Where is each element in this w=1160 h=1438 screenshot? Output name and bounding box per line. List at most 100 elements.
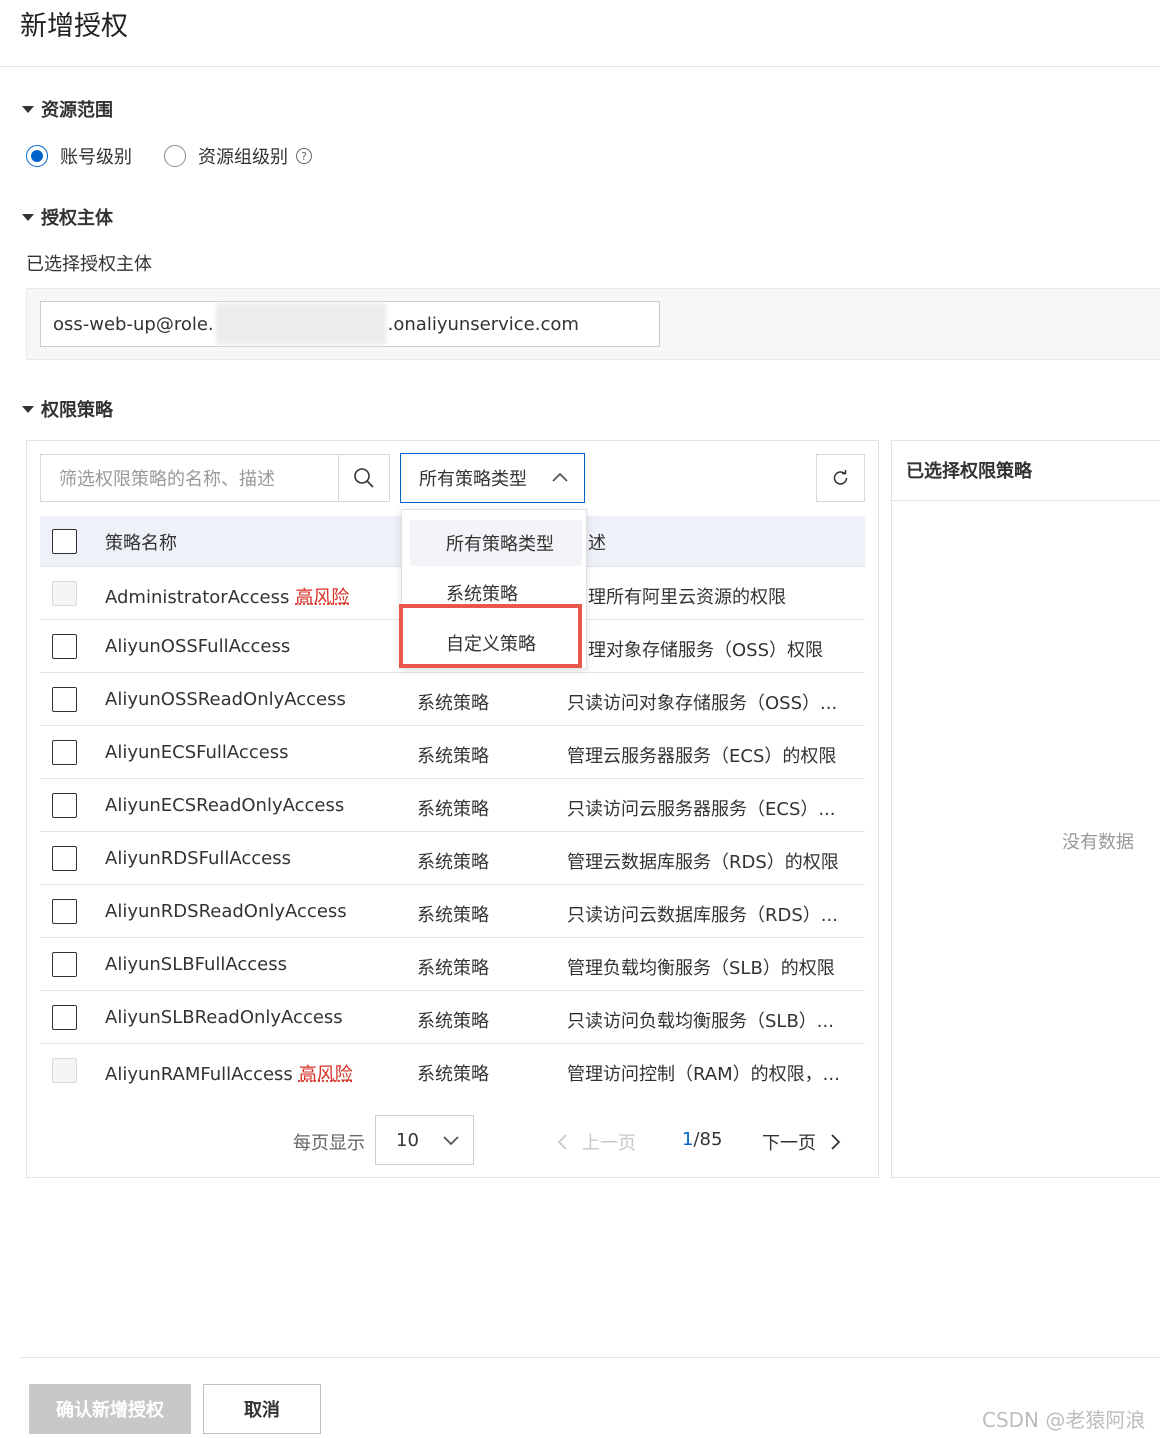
select-all-checkbox[interactable]	[52, 529, 77, 554]
policy-desc: 只读访问负载均衡服务（SLB）...	[567, 1011, 834, 1032]
row-checkbox[interactable]	[52, 846, 77, 871]
policy-type: 系统策略	[417, 1064, 489, 1085]
search-icon	[354, 468, 374, 488]
policy-desc: 理对象存储服务（OSS）权限	[588, 640, 824, 661]
watermark: CSDN @老猿阿浪	[982, 1408, 1146, 1432]
table-row[interactable]: AliyunECSFullAccess 系统策略 管理云服务器服务（ECS）的权…	[40, 726, 865, 779]
table-row[interactable]: AliyunSLBReadOnlyAccess 系统策略 只读访问负载均衡服务（…	[40, 991, 865, 1044]
policy-desc: 管理负载均衡服务（SLB）的权限	[567, 958, 835, 979]
policy-type: 系统策略	[417, 746, 489, 767]
policy-name: AliyunRDSFullAccess	[105, 848, 291, 869]
policy-desc: 只读访问云服务器服务（ECS）...	[567, 799, 836, 820]
risk-badge[interactable]: 高风险	[295, 587, 349, 608]
row-checkbox	[52, 1058, 77, 1083]
table-row[interactable]: AliyunRDSReadOnlyAccess 系统策略 只读访问云数据库服务（…	[40, 885, 865, 938]
annotation-highlight-box	[399, 604, 582, 668]
refresh-button[interactable]	[816, 454, 865, 502]
resource-scope-options: 账号级别 资源组级别 ?	[26, 143, 312, 169]
radio-label[interactable]: 账号级别	[60, 143, 132, 169]
empty-state: 没有数据	[1062, 832, 1134, 853]
policy-desc: 只读访问云数据库服务（RDS）...	[567, 905, 838, 926]
selected-policies-panel	[891, 440, 1160, 1178]
principal-value-suffix: .onaliyunservice.com	[387, 313, 579, 335]
redacted-mask	[215, 303, 386, 345]
confirm-button[interactable]: 确认新增授权	[29, 1384, 191, 1434]
table-row[interactable]: AliyunECSReadOnlyAccess 系统策略 只读访问云服务器服务（…	[40, 779, 865, 832]
policy-desc: 只读访问对象存储服务（OSS）...	[567, 693, 838, 714]
policy-desc: 管理访问控制（RAM）的权限，...	[567, 1064, 840, 1085]
policy-type: 系统策略	[417, 958, 489, 979]
policy-name: AliyunRAMFullAccess 高风险	[105, 1064, 353, 1085]
policy-type: 系统策略	[417, 905, 489, 926]
refresh-icon	[833, 470, 847, 485]
caret-down-icon	[22, 405, 34, 413]
table-row[interactable]: AliyunOSSReadOnlyAccess 系统策略 只读访问对象存储服务（…	[40, 673, 865, 726]
policy-type-value: 所有策略类型	[419, 469, 527, 490]
policy-name: AliyunSLBReadOnlyAccess	[105, 1007, 343, 1028]
chevron-down-icon	[443, 1136, 459, 1146]
policy-name: AliyunSLBFullAccess	[105, 954, 287, 975]
section-principal[interactable]: 授权主体	[22, 204, 113, 230]
policy-name: AliyunOSSFullAccess	[105, 636, 291, 657]
selected-principal-label: 已选择授权主体	[26, 254, 152, 275]
policy-name: AdministratorAccess 高风险	[105, 587, 350, 608]
policy-name: AliyunOSSReadOnlyAccess	[105, 689, 346, 710]
row-checkbox[interactable]	[52, 740, 77, 765]
caret-down-icon	[22, 105, 34, 113]
section-resource-scope[interactable]: 资源范围	[22, 96, 113, 122]
chevron-up-icon	[552, 472, 568, 482]
radio-resource-group-level[interactable]	[164, 145, 186, 167]
radio-account-level[interactable]	[26, 145, 48, 167]
policy-type: 系统策略	[417, 799, 489, 820]
section-policy[interactable]: 权限策略	[22, 396, 113, 422]
total-pages: /85	[693, 1129, 723, 1150]
policy-type-select[interactable]: 所有策略类型	[400, 453, 585, 503]
policy-search-input[interactable]: 筛选权限策略的名称、描述	[40, 454, 340, 502]
section-title: 授权主体	[41, 208, 113, 229]
chevron-left-icon	[557, 1134, 567, 1150]
row-checkbox[interactable]	[52, 952, 77, 977]
page-indicator: 1/85	[682, 1129, 722, 1150]
selected-policies-title: 已选择权限策略	[891, 440, 1160, 501]
table-row[interactable]: AliyunRDSFullAccess 系统策略 管理云数据库服务（RDS）的权…	[40, 832, 865, 885]
policy-name: AliyunECSReadOnlyAccess	[105, 795, 345, 816]
policy-name: AliyunRDSReadOnlyAccess	[105, 901, 347, 922]
page-size-select[interactable]: 10	[375, 1115, 474, 1165]
policy-type: 系统策略	[417, 852, 489, 873]
radio-label[interactable]: 资源组级别	[198, 143, 288, 169]
footer-divider	[20, 1357, 1160, 1358]
table-row[interactable]: AliyunRAMFullAccess 高风险 系统策略 管理访问控制（RAM）的…	[40, 1044, 865, 1097]
page-size-value: 10	[396, 1129, 419, 1151]
per-page-label: 每页显示	[293, 1133, 365, 1154]
row-checkbox[interactable]	[52, 687, 77, 712]
policy-desc: 管理云数据库服务（RDS）的权限	[567, 852, 839, 873]
prev-page-button[interactable]: 上一页	[554, 1129, 636, 1155]
chevron-right-icon	[831, 1134, 841, 1150]
next-page-label: 下一页	[762, 1133, 816, 1154]
row-checkbox	[52, 581, 77, 606]
policy-desc: 理所有阿里云资源的权限	[588, 587, 786, 608]
principal-field[interactable]: oss-web-up@role. .onaliyunservice.com	[40, 301, 660, 347]
principal-value-prefix: oss-web-up@role.	[53, 313, 214, 335]
cancel-button[interactable]: 取消	[203, 1384, 321, 1434]
title-divider	[0, 66, 1160, 67]
dropdown-item-all[interactable]: 所有策略类型	[410, 520, 582, 566]
row-checkbox[interactable]	[52, 634, 77, 659]
risk-badge[interactable]: 高风险	[299, 1064, 353, 1085]
row-checkbox[interactable]	[52, 899, 77, 924]
row-checkbox[interactable]	[52, 793, 77, 818]
policy-desc: 管理云服务器服务（ECS）的权限	[567, 746, 837, 767]
search-button[interactable]	[338, 454, 390, 502]
policy-type: 系统策略	[417, 693, 489, 714]
policy-type: 系统策略	[417, 1011, 489, 1032]
policy-name: AliyunECSFullAccess	[105, 742, 289, 763]
current-page: 1	[682, 1129, 694, 1150]
caret-down-icon	[22, 213, 34, 221]
row-checkbox[interactable]	[52, 1005, 77, 1030]
next-page-button[interactable]: 下一页	[762, 1129, 844, 1155]
help-icon[interactable]: ?	[296, 148, 312, 164]
prev-page-label: 上一页	[582, 1133, 636, 1154]
table-row[interactable]: AliyunSLBFullAccess 系统策略 管理负载均衡服务（SLB）的权…	[40, 938, 865, 991]
section-title: 权限策略	[41, 400, 113, 421]
page-title: 新增授权	[20, 11, 128, 42]
